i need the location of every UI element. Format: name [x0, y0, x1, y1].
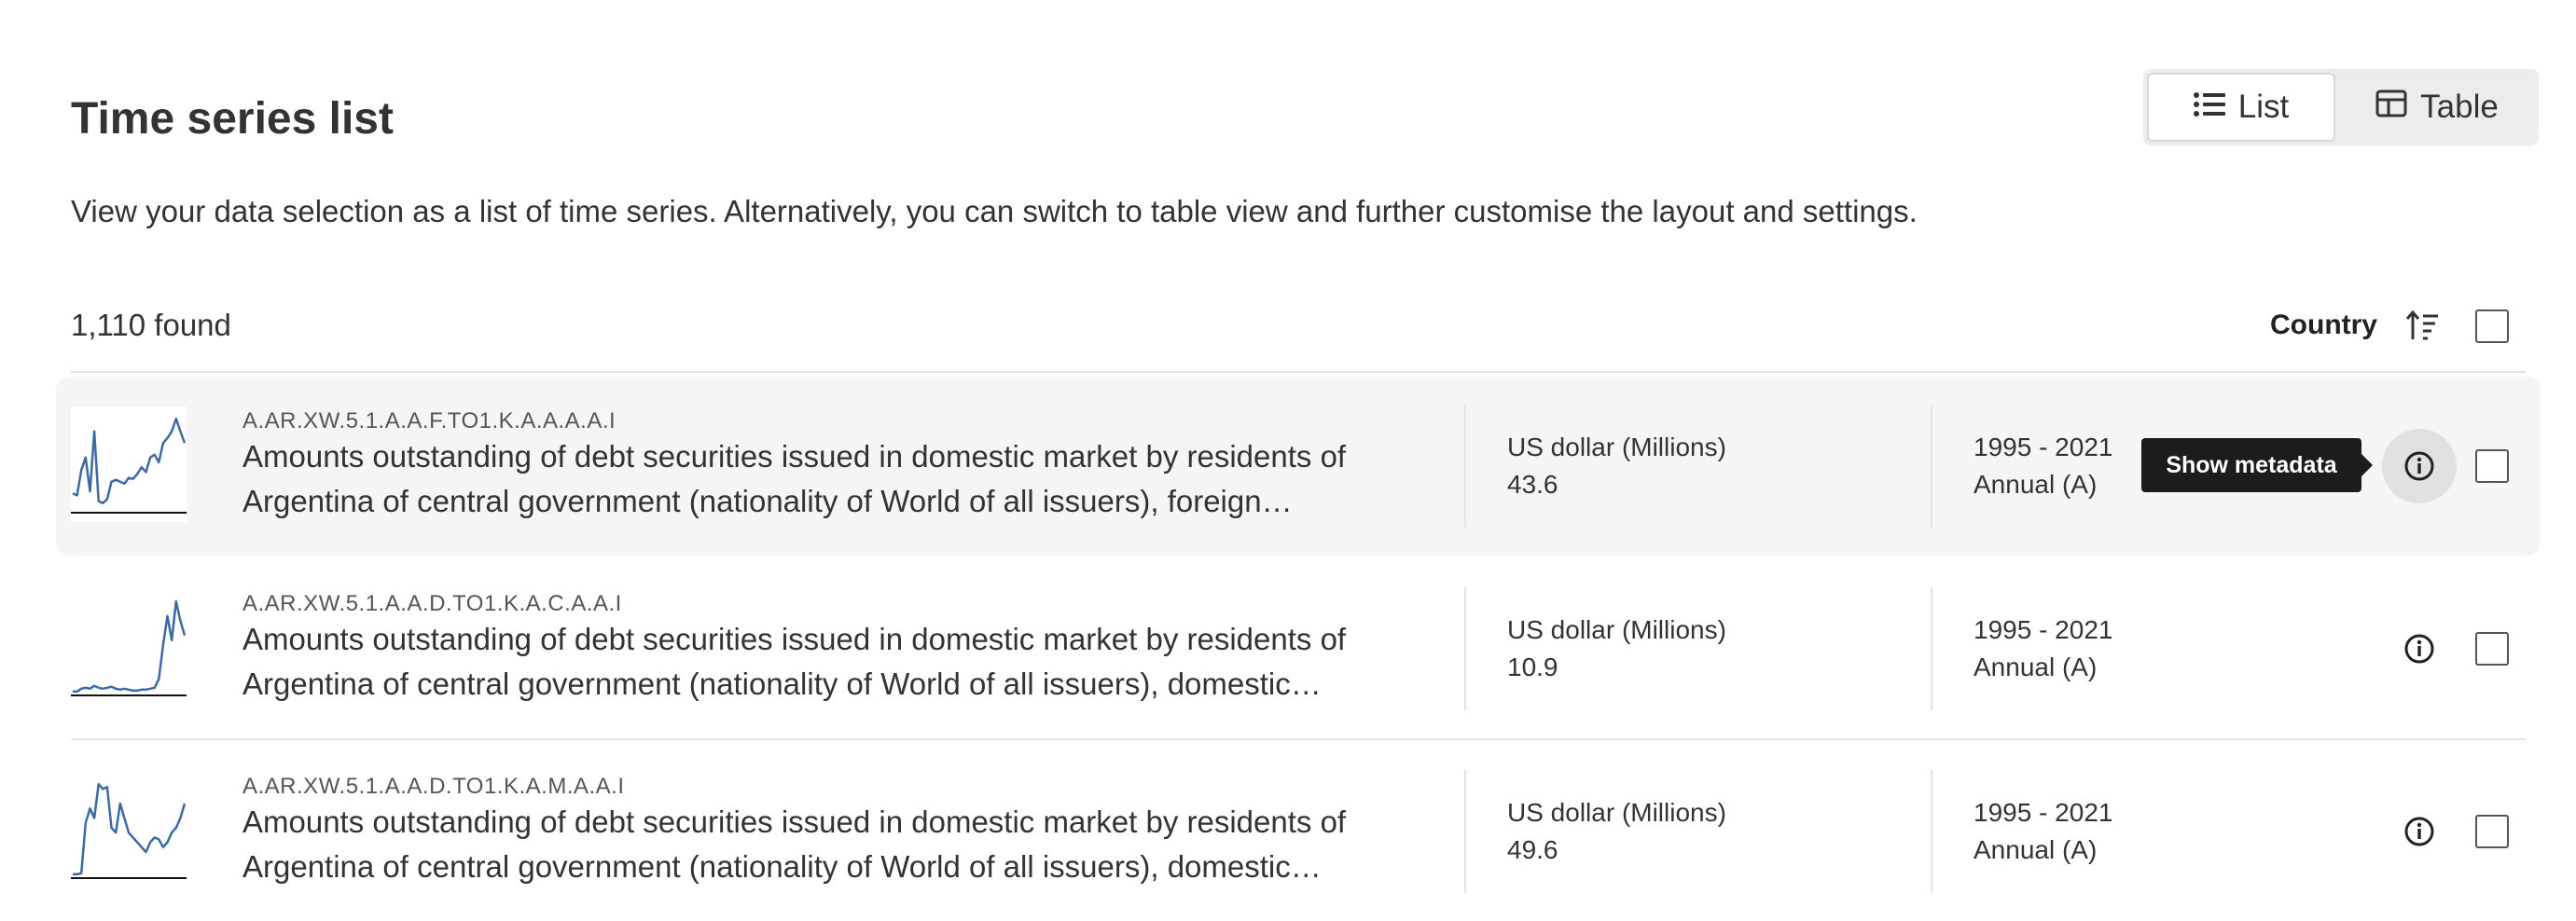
- show-metadata-button[interactable]: [2382, 794, 2457, 869]
- unit-label: US dollar (Millions): [1507, 798, 1726, 827]
- sort-ascending-icon[interactable]: [2404, 308, 2442, 345]
- series-period: 1995 - 2021 Annual (A): [1974, 429, 2112, 503]
- metadata-tooltip: Show metadata: [2141, 438, 2361, 492]
- results-count: 1,110 found: [71, 308, 231, 342]
- list-icon: [2193, 89, 2225, 126]
- period-range: 1995 - 2021: [1974, 615, 2113, 644]
- info-icon: [2404, 451, 2434, 481]
- view-toggle: List Table: [2143, 69, 2539, 145]
- series-unit: US dollar (Millions) 49.6: [1507, 794, 1726, 869]
- series-description-line-2: Argentina of central government (nationa…: [242, 484, 1293, 518]
- latest-value: 10.9: [1507, 653, 1558, 681]
- list-view-button[interactable]: List: [2147, 73, 2335, 142]
- row-divider: [71, 738, 2526, 740]
- sparkline-series-line: [73, 599, 187, 694]
- sparkline-series-line: [73, 782, 187, 876]
- column-divider: [1931, 770, 1932, 893]
- table-view-label: Table: [2420, 89, 2499, 125]
- sparkline-chart: [71, 772, 187, 887]
- list-item[interactable]: A.AR.XW.5.1.A.A.D.TO1.K.A.M.A.A.I Amount…: [56, 742, 2541, 921]
- column-divider: [1931, 587, 1932, 710]
- list-view-label: List: [2237, 89, 2290, 125]
- series-description-line-1: Amounts outstanding of debt securities i…: [242, 804, 1347, 839]
- period-range: 1995 - 2021: [1974, 798, 2113, 827]
- table-view-button[interactable]: Table: [2341, 73, 2533, 142]
- show-metadata-button[interactable]: [2382, 429, 2457, 503]
- sparkline-chart: [71, 406, 187, 522]
- column-divider: [1464, 405, 1466, 528]
- series-description-line-1: Amounts outstanding of debt securities i…: [242, 439, 1347, 474]
- show-metadata-button[interactable]: [2382, 612, 2457, 686]
- page-description: View your data selection as a list of ti…: [71, 194, 1918, 228]
- unit-label: US dollar (Millions): [1507, 615, 1726, 644]
- header-divider: [71, 371, 2526, 373]
- sort-field-label[interactable]: Country: [2270, 309, 2377, 341]
- info-icon: [2404, 817, 2434, 846]
- latest-value: 49.6: [1507, 835, 1558, 864]
- series-code: A.AR.XW.5.1.A.A.D.TO1.K.A.M.A.A.I: [242, 774, 625, 799]
- frequency: Annual (A): [1974, 653, 2098, 681]
- latest-value: 43.6: [1507, 470, 1558, 499]
- row-select-checkbox[interactable]: [2475, 449, 2509, 483]
- info-icon: [2404, 634, 2434, 664]
- sparkline-series-line: [72, 417, 187, 504]
- frequency: Annual (A): [1974, 835, 2098, 864]
- series-description-line-2: Argentina of central government (nationa…: [242, 849, 1322, 884]
- list-item[interactable]: A.AR.XW.5.1.A.A.D.TO1.K.A.C.A.A.I Amount…: [56, 559, 2541, 738]
- series-description[interactable]: Amounts outstanding of debt securities i…: [242, 617, 1483, 707]
- series-code: A.AR.XW.5.1.A.A.D.TO1.K.A.C.A.A.I: [242, 591, 622, 616]
- series-code: A.AR.XW.5.1.A.A.F.TO1.K.A.A.A.A.I: [242, 408, 616, 433]
- series-description-line-2: Argentina of central government (nationa…: [242, 667, 1322, 701]
- series-period: 1995 - 2021 Annual (A): [1974, 612, 2112, 686]
- column-divider: [1931, 405, 1932, 528]
- series-description[interactable]: Amounts outstanding of debt securities i…: [242, 800, 1483, 889]
- unit-label: US dollar (Millions): [1507, 433, 1726, 461]
- column-divider: [1464, 770, 1466, 893]
- frequency: Annual (A): [1974, 470, 2098, 499]
- period-range: 1995 - 2021: [1974, 433, 2113, 461]
- row-select-checkbox[interactable]: [2475, 815, 2509, 848]
- select-all-checkbox[interactable]: [2475, 309, 2509, 343]
- series-description[interactable]: Amounts outstanding of debt securities i…: [242, 434, 1483, 524]
- series-period: 1995 - 2021 Annual (A): [1974, 794, 2112, 869]
- row-select-checkbox[interactable]: [2475, 632, 2509, 666]
- tooltip-arrow: [2361, 454, 2373, 476]
- column-divider: [1464, 587, 1466, 710]
- series-description-line-1: Amounts outstanding of debt securities i…: [242, 622, 1347, 656]
- series-unit: US dollar (Millions) 10.9: [1507, 612, 1726, 686]
- sparkline-chart: [71, 589, 187, 705]
- series-unit: US dollar (Millions) 43.6: [1507, 429, 1726, 503]
- table-icon: [2375, 89, 2407, 126]
- page-title: Time series list: [71, 94, 394, 144]
